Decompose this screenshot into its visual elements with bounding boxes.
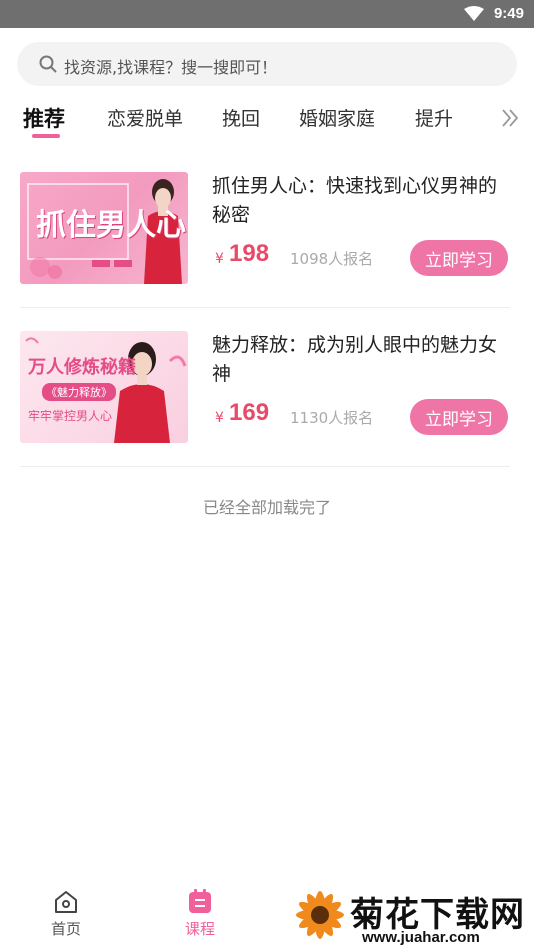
divider [20, 466, 510, 467]
study-now-button[interactable]: 立即学习 [410, 240, 508, 276]
course-thumbnail: 万人修炼秘籍 《魅力释放》 牢牢掌控男人心 [20, 331, 188, 443]
course-title: 抓住男人心：快速找到心仪男神的秘密 [212, 175, 498, 226]
nav-course-label: 课程 [184, 920, 215, 938]
search-placeholder: 找资源,找课程？搜一搜即可！ [64, 58, 278, 77]
divider [20, 307, 510, 308]
tab-improve[interactable]: 提升 [415, 104, 453, 131]
nav-home[interactable]: 首页 [26, 888, 106, 939]
nav-course[interactable]: 课程 [160, 888, 240, 939]
thumbnail-tagline: 牢牢掌控男人心 [28, 409, 113, 423]
tab-marriage[interactable]: 婚姻家庭 [299, 104, 375, 131]
course-price: 198 [229, 240, 270, 267]
flower-logo-icon [296, 891, 344, 939]
watermark: 菊花下载网 www.juahar.com [290, 885, 534, 949]
search-bar[interactable]: 找资源,找课程？搜一搜即可！ [17, 42, 517, 86]
tab-recover[interactable]: 挽回 [222, 104, 260, 131]
course-icon [189, 889, 211, 913]
currency-symbol: ¥ [215, 251, 224, 267]
currency-symbol: ¥ [215, 410, 224, 426]
status-time: 9:49 [493, 5, 524, 22]
course-item[interactable]: 抓住男人心 抓住男人心：快速找到心仪男神的秘密 ¥ 198 1098人报名 立即… [20, 172, 510, 312]
thumbnail-caption: 万人修炼秘籍 [28, 357, 136, 378]
wifi-icon [464, 6, 484, 21]
thumbnail-caption: 抓住男人心 [36, 208, 186, 243]
enrolled-count: 1098人报名 [290, 250, 374, 268]
load-complete-text: 已经全部加载完了 [202, 498, 331, 517]
course-thumbnail: 抓住男人心 [20, 172, 188, 284]
status-bar: 9:49 [0, 0, 534, 28]
enrolled-count: 1130人报名 [290, 409, 374, 427]
study-now-button[interactable]: 立即学习 [410, 399, 508, 435]
course-item[interactable]: 万人修炼秘籍 《魅力释放》 牢牢掌控男人心 魅力释放：成为别人眼中的魅力女神 ¥… [20, 331, 510, 471]
search-icon [39, 55, 57, 73]
nav-home-label: 首页 [50, 920, 81, 938]
tab-love[interactable]: 恋爱脱单 [107, 104, 183, 131]
watermark-url: www.juahar.com [362, 929, 480, 946]
tab-indicator [32, 134, 60, 138]
category-tabs: 推荐 恋爱脱单 挽回 婚姻家庭 提升 [0, 100, 534, 140]
tab-recommend[interactable]: 推荐 [23, 103, 65, 133]
home-icon [55, 891, 77, 913]
course-price: 169 [229, 399, 270, 426]
double-chevron-right-icon[interactable] [500, 105, 520, 131]
thumbnail-subcaption: 《魅力释放》 [42, 383, 116, 401]
course-title: 魅力释放：成为别人眼中的魅力女神 [212, 334, 498, 385]
